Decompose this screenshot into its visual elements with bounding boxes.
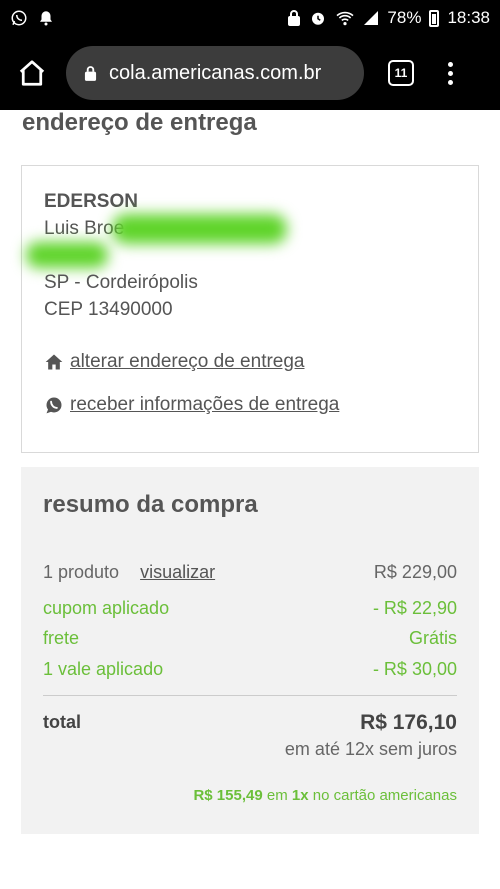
total-value: R$ 176,10 [360, 711, 457, 734]
status-bar: 78% 18:38 [0, 0, 500, 36]
url-bar[interactable]: cola.americanas.com.br [66, 46, 364, 100]
summary-title: resumo da compra [43, 491, 258, 518]
menu-dot-icon [447, 70, 453, 76]
shipping-label: frete [43, 628, 80, 648]
menu-dot-icon [447, 79, 453, 85]
divider [43, 695, 457, 696]
card-offer-price: R$ 155,49 [193, 787, 263, 804]
delivery-section-title: endereço de entrega [22, 109, 257, 136]
url-text: cola.americanas.com.br [109, 61, 322, 84]
menu-dot-icon [447, 61, 453, 67]
lock-notification-icon [287, 9, 301, 27]
shipping-row: frete Grátis [43, 628, 457, 649]
change-address-link[interactable]: alterar endereço de entrega [44, 351, 305, 373]
coupon-row: cupom aplicado - R$ 22,90 [43, 598, 457, 619]
purchase-summary: resumo da compra 1 produto visualizar R$… [21, 467, 479, 834]
status-right: 78% 18:38 [287, 8, 490, 28]
total-label: total [43, 712, 81, 732]
voucher-label: 1 vale aplicado [43, 659, 164, 679]
recipient-name: EDERSON [44, 191, 138, 212]
wifi-icon [335, 10, 355, 26]
postal-code: CEP 13490000 [44, 299, 173, 320]
shipping-value: Grátis [408, 628, 457, 648]
lock-icon [84, 65, 97, 82]
coupon-value: - R$ 22,90 [372, 598, 457, 618]
change-address-label: alterar endereço de entrega [70, 351, 305, 372]
installments-text: em até 12x sem juros [284, 739, 457, 759]
card-offer-em: em [266, 787, 288, 804]
delivery-info-label: receber informações de entrega [70, 394, 340, 415]
home-button[interactable] [12, 53, 52, 93]
product-row: 1 produto visualizar R$ 229,00 [43, 562, 457, 583]
whatsapp-icon [46, 397, 62, 414]
clock: 18:38 [447, 8, 490, 27]
redacted-street [112, 214, 287, 244]
coupon-label: cupom aplicado [43, 598, 170, 618]
home-icon [45, 354, 63, 370]
battery-percent: 78% [387, 8, 422, 27]
card-offer: R$ 155,49 em 1x no cartão americanas [193, 787, 457, 804]
browser-toolbar: cola.americanas.com.br 11 [0, 36, 500, 110]
card-offer-suffix: no cartão americanas [312, 787, 457, 804]
overflow-menu-button[interactable] [440, 61, 460, 85]
address-card: EDERSON Luis Broe SP - Cordeirópolis CEP… [21, 165, 479, 453]
product-count: 1 produto [43, 562, 120, 582]
signal-icon [363, 10, 379, 26]
tab-switcher-button[interactable]: 11 [388, 60, 414, 86]
voucher-row: 1 vale aplicado - R$ 30,00 [43, 659, 457, 680]
status-left [10, 9, 56, 27]
voucher-value: - R$ 30,00 [372, 659, 457, 679]
card-offer-times: 1x [291, 787, 309, 804]
view-products-link[interactable]: visualizar [140, 562, 215, 582]
delivery-info-link[interactable]: receber informações de entrega [44, 394, 339, 416]
product-price: R$ 229,00 [373, 562, 457, 582]
city-state: SP - Cordeirópolis [44, 272, 198, 293]
whatsapp-icon [10, 9, 28, 27]
notification-icon [36, 9, 56, 27]
alarm-icon [309, 9, 327, 27]
tab-count: 11 [394, 66, 408, 80]
redacted-number [26, 242, 108, 268]
battery-icon [429, 9, 440, 27]
home-icon [19, 60, 45, 86]
